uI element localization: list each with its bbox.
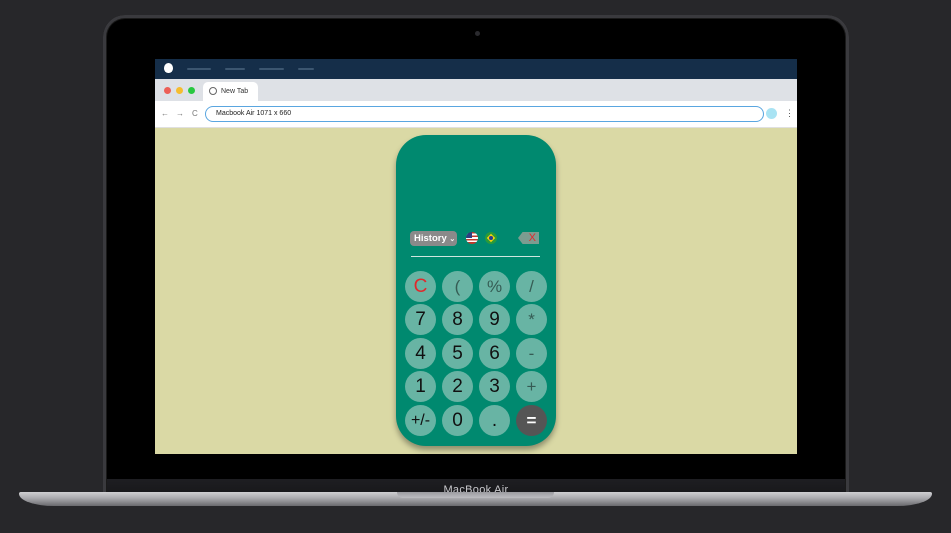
- menu-item-placeholder[interactable]: [259, 68, 284, 70]
- mac-menubar: [155, 59, 797, 79]
- brazil-flag-icon[interactable]: [485, 232, 497, 244]
- menu-item-placeholder[interactable]: [298, 68, 314, 70]
- display-divider: [411, 256, 540, 257]
- tab-label: New Tab: [221, 88, 249, 95]
- history-label: History: [414, 233, 447, 244]
- history-dropdown[interactable]: History ⌄: [410, 231, 457, 246]
- maximize-window-icon[interactable]: [188, 87, 195, 94]
- paren-button[interactable]: (: [442, 271, 473, 302]
- globe-icon: [209, 87, 217, 95]
- equals-button[interactable]: =: [516, 405, 547, 436]
- chevron-down-icon: ⌄: [449, 236, 456, 243]
- reload-icon[interactable]: C: [192, 109, 198, 119]
- percent-button[interactable]: %: [479, 271, 510, 302]
- decimal-button[interactable]: .: [479, 405, 510, 436]
- clear-button[interactable]: C: [405, 271, 436, 302]
- back-icon[interactable]: ←: [161, 109, 169, 119]
- digit-2-button[interactable]: 2: [442, 371, 473, 402]
- menu-item-placeholder[interactable]: [225, 68, 245, 70]
- menu-item-placeholder[interactable]: [187, 68, 211, 70]
- tab-new-tab[interactable]: New Tab: [203, 82, 258, 101]
- browser-menu-icon[interactable]: ⋮: [785, 108, 794, 118]
- divide-button[interactable]: /: [516, 271, 547, 302]
- laptop-base: [19, 492, 932, 506]
- browser-toolbar: ← → C Macbook Air 1071 x 660 ⋮: [155, 101, 797, 128]
- digit-4-button[interactable]: 4: [405, 338, 436, 369]
- close-window-icon[interactable]: [164, 87, 171, 94]
- digit-0-button[interactable]: 0: [442, 405, 473, 436]
- address-bar[interactable]: Macbook Air 1071 x 660: [205, 106, 764, 122]
- digit-3-button[interactable]: 3: [479, 371, 510, 402]
- profile-avatar[interactable]: [766, 108, 777, 119]
- digit-9-button[interactable]: 9: [479, 304, 510, 335]
- digit-8-button[interactable]: 8: [442, 304, 473, 335]
- digit-7-button[interactable]: 7: [405, 304, 436, 335]
- forward-icon[interactable]: →: [176, 109, 184, 119]
- sign-toggle-button[interactable]: +/-: [405, 405, 436, 436]
- minimize-window-icon[interactable]: [176, 87, 183, 94]
- add-button[interactable]: +: [516, 371, 547, 402]
- calculator: History ⌄ X C(%/ 7 8 9 * 4 5 6- 1 2 3 + +/- 0. =: [396, 135, 556, 446]
- subtract-button[interactable]: -: [516, 338, 547, 369]
- base-notch: [397, 492, 554, 498]
- us-flag-icon[interactable]: [466, 232, 478, 244]
- digit-5-button[interactable]: 5: [442, 338, 473, 369]
- browser-tabstrip: New Tab: [155, 79, 797, 101]
- multiply-button[interactable]: *: [516, 304, 547, 335]
- camera-icon: [475, 31, 480, 36]
- digit-6-button[interactable]: 6: [479, 338, 510, 369]
- apple-logo-icon[interactable]: [164, 63, 173, 73]
- digit-1-button[interactable]: 1: [405, 371, 436, 402]
- screen: New Tab ← → C Macbook Air 1071 x 660 ⋮ H…: [155, 59, 797, 454]
- backspace-button[interactable]: X: [518, 232, 539, 244]
